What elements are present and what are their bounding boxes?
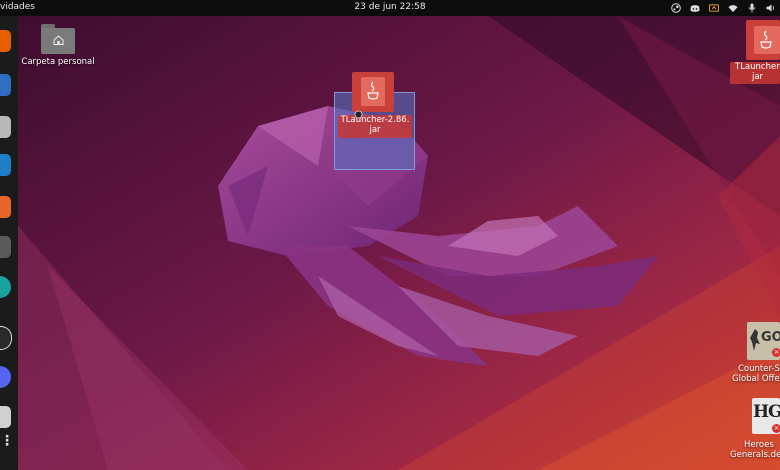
csgo-error-badge: ×: [772, 348, 780, 357]
csgo-label-line2: Global Offe: [732, 374, 780, 384]
folder-icon: [41, 24, 75, 54]
jar-dragged-label-line1: TLauncher-2.86.: [340, 115, 410, 125]
heroes-label-line2: Generals.de: [730, 450, 780, 460]
discord-dock-icon[interactable]: [0, 366, 11, 388]
jar-file-right-icon[interactable]: [746, 20, 780, 60]
dock: ⋮: [0, 16, 18, 470]
speaker-icon[interactable]: [766, 3, 776, 13]
writer-icon[interactable]: [0, 154, 11, 176]
heroes-error-badge: ×: [772, 424, 780, 433]
csgo-icon-text: GO: [761, 330, 780, 345]
disk-icon[interactable]: [0, 406, 11, 428]
steam-icon[interactable]: [671, 3, 681, 13]
java-cup-icon: [367, 81, 379, 100]
java-cup-right-icon: [760, 30, 772, 49]
activities-button[interactable]: vidades: [0, 2, 35, 12]
show-apps-button[interactable]: ⋮: [0, 434, 14, 448]
system-tray: [671, 0, 776, 16]
obs-icon[interactable]: [0, 326, 12, 350]
wifi-icon[interactable]: [728, 3, 738, 13]
jar-right-label-line2: jar: [751, 72, 764, 82]
home-folder-label: Carpeta personal: [21, 57, 95, 67]
thunderbird-icon[interactable]: [0, 74, 11, 96]
heroes-label[interactable]: Heroes Generals.de: [726, 440, 780, 460]
files-icon[interactable]: [0, 116, 11, 138]
jar-file-icon[interactable]: [352, 72, 394, 112]
jar-right-label[interactable]: TLauncher- jar: [730, 62, 780, 84]
software-icon[interactable]: [0, 196, 11, 218]
screen-share-icon[interactable]: [709, 3, 719, 13]
cheese-icon[interactable]: [0, 276, 11, 298]
home-icon: [53, 35, 64, 45]
clock-container: 23 de jun 22:58: [0, 2, 780, 12]
clock[interactable]: 23 de jun 22:58: [354, 2, 425, 12]
wallpaper: [18, 16, 780, 470]
firefox-icon[interactable]: [0, 30, 11, 52]
jar-dragged-label-line2: jar: [369, 125, 381, 135]
mic-icon[interactable]: [747, 3, 757, 13]
heroes-icon-text: HG: [753, 402, 780, 422]
jar-right-label-line1: TLauncher-: [735, 62, 780, 72]
heroes-label-line1: Heroes: [744, 440, 774, 450]
csgo-label-line1: Counter-St: [738, 364, 780, 374]
csgo-label[interactable]: Counter-St Global Offe: [730, 364, 780, 384]
cursor-icon: [354, 110, 363, 119]
home-folder-shortcut[interactable]: Carpeta personal: [20, 24, 96, 67]
top-bar: vidades 23 de jun 22:58: [0, 0, 780, 16]
jar-dragged-label[interactable]: TLauncher-2.86. jar: [338, 115, 412, 138]
discord-icon[interactable]: [690, 3, 700, 13]
app-icon[interactable]: [0, 236, 11, 258]
